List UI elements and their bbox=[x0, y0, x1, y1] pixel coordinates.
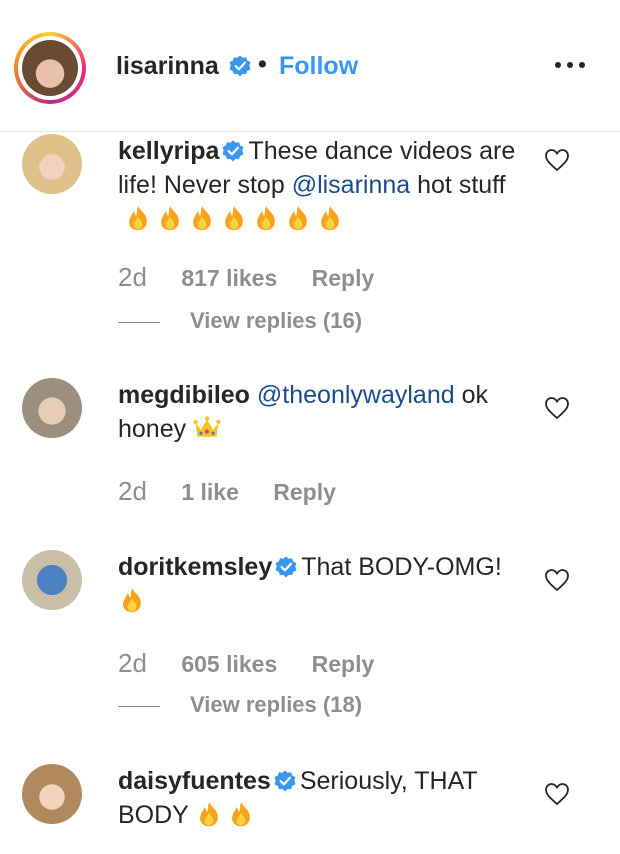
comment-meta: 2d 1 like Reply bbox=[118, 476, 336, 507]
comment-username[interactable]: doritkemsley bbox=[118, 553, 272, 581]
comment-body: That BODY-OMG! bbox=[301, 553, 502, 581]
comment-username[interactable]: kellyripa bbox=[118, 137, 219, 165]
fire-emoji-icon bbox=[252, 204, 280, 232]
post-header: lisarinna • Follow bbox=[0, 0, 620, 132]
comment-likes[interactable]: 817 likes bbox=[181, 265, 277, 291]
fire-emoji-icon bbox=[124, 204, 152, 232]
reply-button[interactable]: Reply bbox=[312, 651, 375, 677]
fire-emoji-icon bbox=[195, 800, 223, 828]
comment-text: daisyfuentes Seriously, THAT BODY bbox=[118, 764, 518, 832]
fire-emoji-icon bbox=[220, 204, 248, 232]
comment-time: 2d bbox=[118, 262, 147, 292]
fire-emoji-icon bbox=[156, 204, 184, 232]
comment-likes[interactable]: 1 like bbox=[181, 479, 239, 505]
comment-text: megdibileo @theonlywayland ok honey bbox=[118, 378, 518, 446]
crown-emoji-icon bbox=[193, 414, 221, 442]
comment-username[interactable]: megdibileo bbox=[118, 381, 250, 409]
comment-meta: 2d 605 likes Reply bbox=[118, 648, 374, 679]
comment-time: 2d bbox=[118, 476, 147, 506]
fire-emoji-icon bbox=[118, 586, 146, 614]
comment-meta: 2d 817 likes Reply bbox=[118, 262, 374, 293]
like-heart-icon[interactable] bbox=[544, 782, 570, 806]
header-avatar[interactable] bbox=[14, 32, 86, 104]
commenter-avatar[interactable] bbox=[22, 550, 82, 610]
commenter-avatar[interactable] bbox=[22, 764, 82, 824]
divider-line bbox=[118, 705, 160, 707]
view-replies-label: View replies (16) bbox=[190, 308, 363, 333]
verified-badge-icon bbox=[222, 140, 244, 162]
view-replies-button[interactable]: View replies (16) bbox=[118, 308, 362, 334]
divider-line bbox=[118, 321, 160, 323]
fire-emoji-icon bbox=[188, 204, 216, 232]
verified-badge-icon bbox=[275, 556, 297, 578]
verified-badge-icon bbox=[274, 770, 296, 792]
comment-likes[interactable]: 605 likes bbox=[181, 651, 277, 677]
fire-emoji-icon bbox=[284, 204, 312, 232]
follow-button[interactable]: Follow bbox=[279, 52, 358, 81]
reply-button[interactable]: Reply bbox=[312, 265, 375, 291]
separator-dot: • bbox=[258, 50, 267, 78]
reply-button[interactable]: Reply bbox=[273, 479, 336, 505]
commenter-avatar[interactable] bbox=[22, 378, 82, 438]
view-replies-button[interactable]: View replies (18) bbox=[118, 692, 362, 718]
like-heart-icon[interactable] bbox=[544, 396, 570, 420]
like-heart-icon[interactable] bbox=[544, 148, 570, 172]
comment-text: doritkemsley That BODY-OMG! bbox=[118, 550, 518, 618]
fire-emoji-icon bbox=[227, 800, 255, 828]
fire-emoji-icon bbox=[316, 204, 344, 232]
comment-body-after: hot stuff bbox=[410, 171, 506, 199]
comment-text: kellyripa These dance videos are life! Ne… bbox=[118, 134, 518, 236]
emoji-group bbox=[124, 205, 348, 233]
avatar-ring-gap bbox=[18, 36, 82, 100]
like-heart-icon[interactable] bbox=[544, 568, 570, 592]
more-options-icon[interactable] bbox=[555, 62, 587, 70]
header-username[interactable]: lisarinna bbox=[116, 52, 219, 81]
avatar-image bbox=[22, 40, 78, 96]
comment-time: 2d bbox=[118, 648, 147, 678]
mention-link[interactable]: @theonlywayland bbox=[257, 381, 455, 409]
verified-badge-icon bbox=[229, 55, 251, 77]
view-replies-label: View replies (18) bbox=[190, 692, 363, 717]
commenter-avatar[interactable] bbox=[22, 134, 82, 194]
comment-username[interactable]: daisyfuentes bbox=[118, 767, 271, 795]
mention-link[interactable]: @lisarinna bbox=[292, 171, 410, 199]
